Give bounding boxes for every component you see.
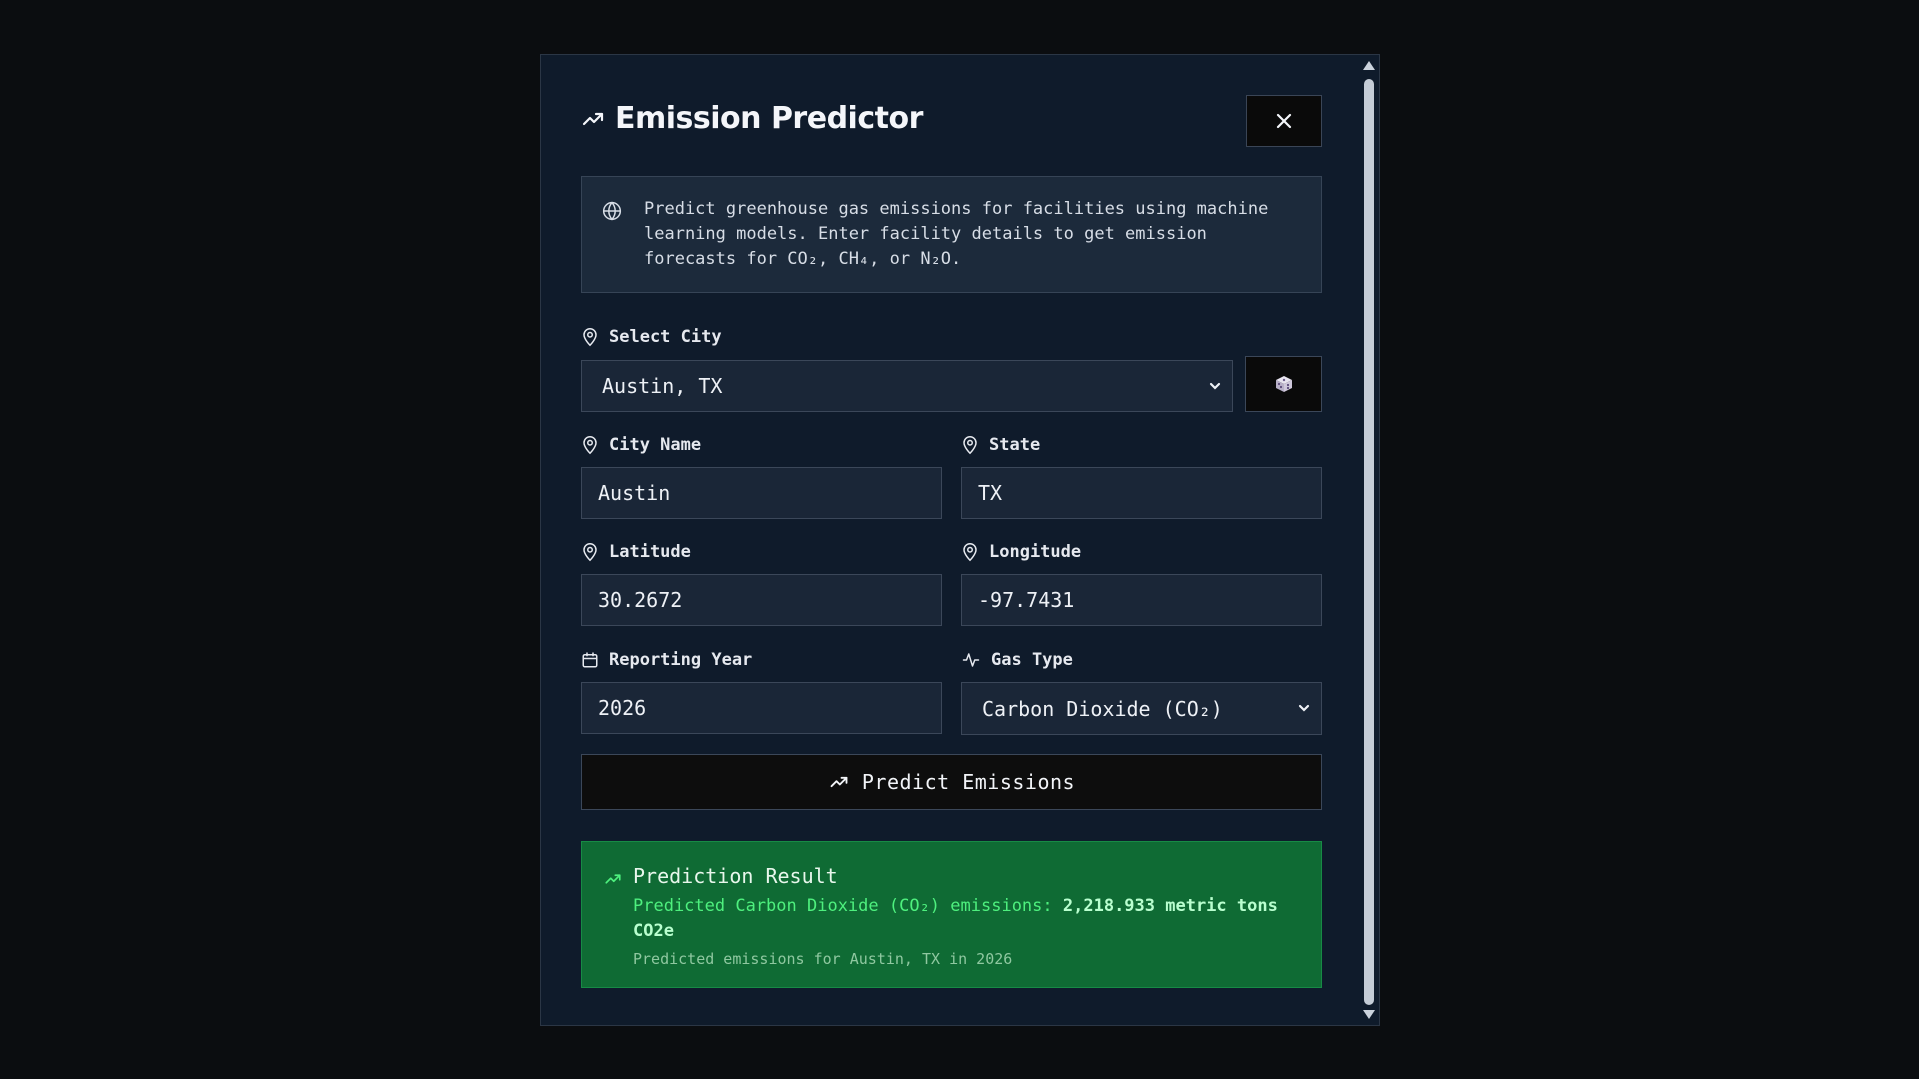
state-label-text: State bbox=[989, 435, 1041, 455]
trending-up-icon bbox=[605, 874, 621, 884]
map-pin-icon bbox=[583, 436, 597, 455]
chevron-down-icon bbox=[1298, 704, 1310, 712]
gas-type-label-text: Gas Type bbox=[991, 650, 1073, 670]
map-pin-icon bbox=[963, 543, 977, 562]
modal-title: Emission Predictor bbox=[581, 101, 923, 136]
state-value: TX bbox=[978, 481, 1003, 505]
select-city-label: Select City bbox=[581, 327, 722, 347]
scroll-up-arrow[interactable] bbox=[1363, 61, 1375, 70]
latitude-label-text: Latitude bbox=[609, 542, 691, 562]
result-title: Prediction Result bbox=[633, 864, 838, 888]
modal-title-text: Emission Predictor bbox=[615, 101, 923, 136]
longitude-input[interactable]: -97.7431 bbox=[961, 574, 1322, 626]
map-pin-icon bbox=[963, 436, 977, 455]
map-pin-icon bbox=[583, 543, 597, 562]
info-box: Predict greenhouse gas emissions for fac… bbox=[581, 176, 1322, 293]
city-name-label-text: City Name bbox=[609, 435, 702, 455]
result-line: Predicted Carbon Dioxide (CO₂) emissions… bbox=[633, 894, 1301, 944]
gas-type-label: Gas Type bbox=[961, 650, 1073, 670]
result-subtext: Predicted emissions for Austin, TX in 20… bbox=[633, 950, 1013, 968]
map-pin-icon bbox=[583, 328, 597, 347]
city-name-value: Austin bbox=[598, 481, 671, 505]
random-city-button[interactable] bbox=[1245, 356, 1322, 412]
latitude-input[interactable]: 30.2672 bbox=[581, 574, 942, 626]
chevron-down-icon bbox=[1209, 382, 1221, 390]
info-text: Predict greenhouse gas emissions for fac… bbox=[644, 199, 1269, 269]
modal-header: Emission Predictor bbox=[581, 95, 1322, 149]
state-input[interactable]: TX bbox=[961, 467, 1322, 519]
calendar-icon bbox=[582, 652, 598, 668]
predict-emissions-button[interactable]: Predict Emissions bbox=[581, 754, 1322, 810]
gas-type-select[interactable]: Carbon Dioxide (CO₂) bbox=[961, 682, 1322, 735]
latitude-label: Latitude bbox=[581, 542, 691, 562]
emission-predictor-modal: Emission Predictor Predict greenhouse ga… bbox=[540, 54, 1380, 1026]
reporting-year-label: Reporting Year bbox=[581, 650, 752, 670]
predict-emissions-label: Predict Emissions bbox=[861, 770, 1076, 794]
close-button[interactable] bbox=[1246, 95, 1322, 147]
scroll-thumb[interactable] bbox=[1364, 79, 1374, 1005]
dice-icon bbox=[1275, 376, 1292, 392]
reporting-year-input[interactable]: 2026 bbox=[581, 682, 942, 734]
reporting-year-label-text: Reporting Year bbox=[609, 650, 753, 670]
select-city-label-text: Select City bbox=[609, 327, 722, 347]
trending-up-icon bbox=[830, 776, 848, 788]
longitude-value: -97.7431 bbox=[978, 588, 1075, 612]
city-select[interactable]: Austin, TX bbox=[581, 360, 1233, 412]
longitude-label: Longitude bbox=[961, 542, 1081, 562]
close-icon bbox=[1276, 113, 1292, 129]
latitude-value: 30.2672 bbox=[598, 588, 683, 612]
reporting-year-value: 2026 bbox=[598, 696, 647, 720]
activity-icon bbox=[962, 653, 980, 667]
state-label: State bbox=[961, 435, 1040, 455]
city-name-label: City Name bbox=[581, 435, 701, 455]
prediction-result: Prediction Result Predicted Carbon Dioxi… bbox=[581, 841, 1322, 988]
longitude-label-text: Longitude bbox=[989, 542, 1082, 562]
scrollbar[interactable] bbox=[1359, 55, 1379, 1025]
city-select-value: Austin, TX bbox=[602, 374, 723, 398]
globe-icon bbox=[602, 201, 622, 221]
trending-up-icon bbox=[582, 112, 604, 125]
city-name-input[interactable]: Austin bbox=[581, 467, 942, 519]
scroll-down-arrow[interactable] bbox=[1363, 1010, 1375, 1019]
result-prefix: Predicted Carbon Dioxide (CO₂) emissions… bbox=[633, 896, 1053, 916]
gas-type-value: Carbon Dioxide (CO₂) bbox=[982, 696, 1223, 721]
